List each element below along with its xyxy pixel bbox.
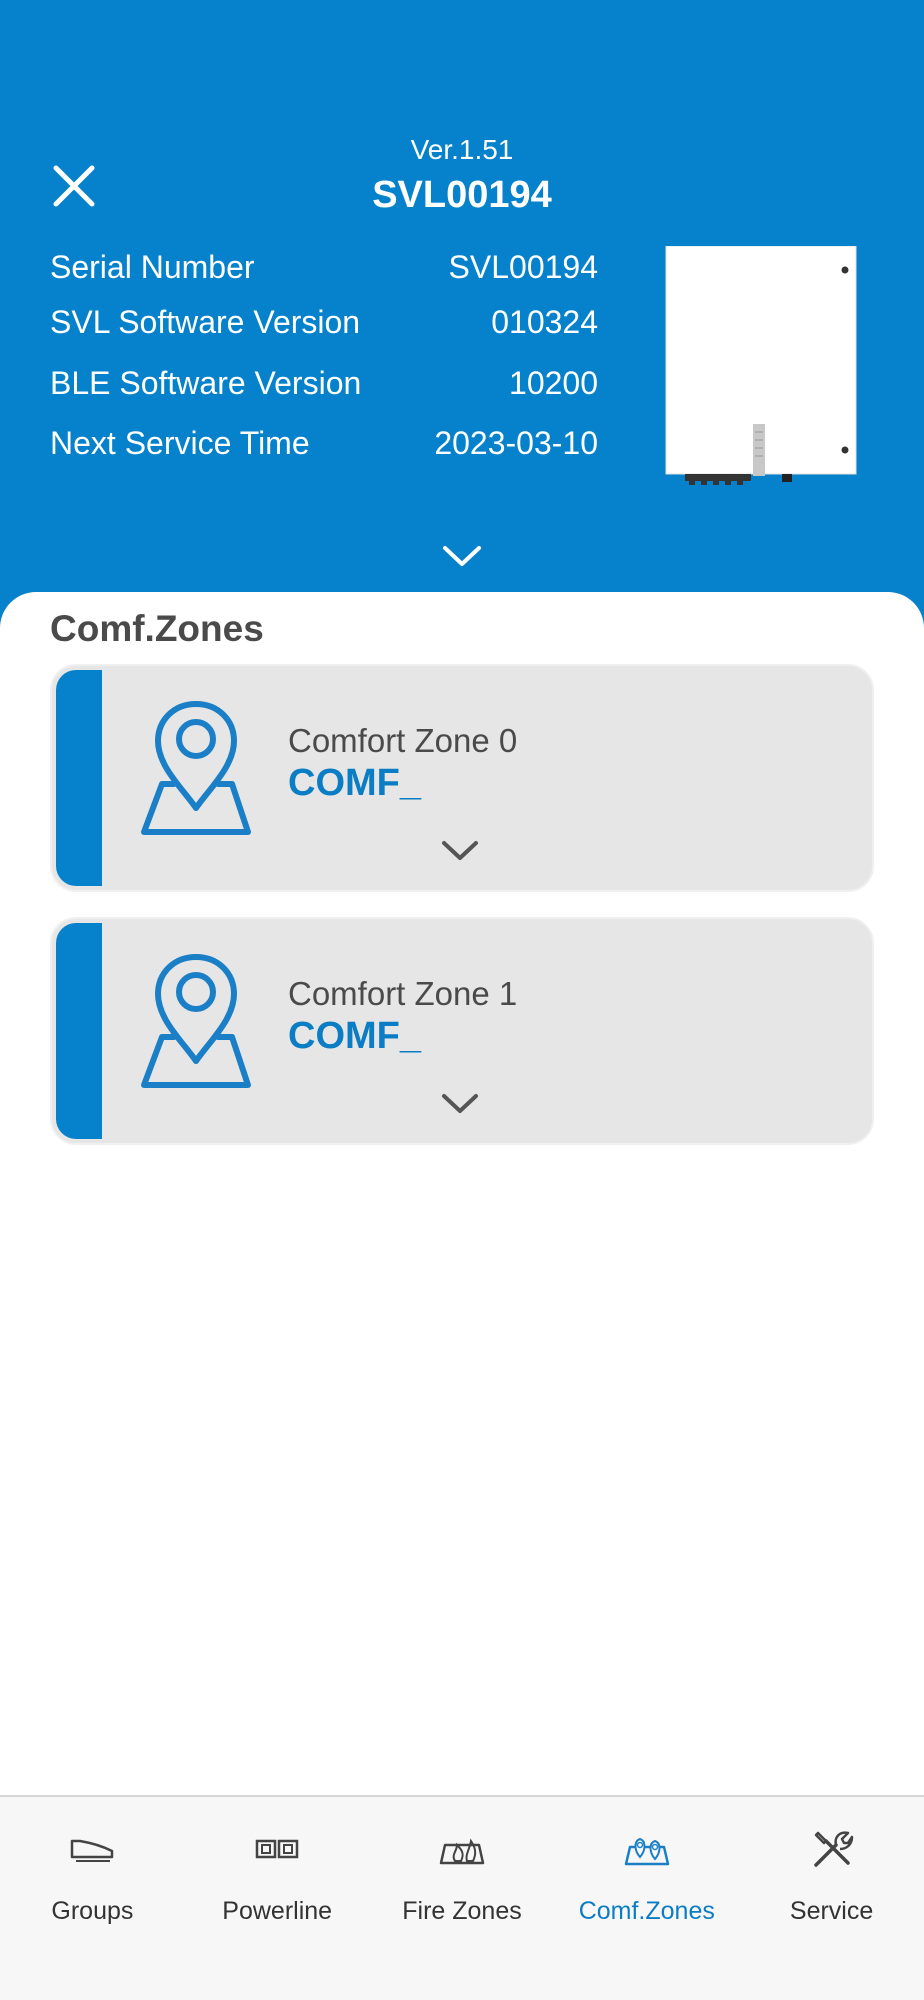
chevron-down-icon (442, 841, 478, 860)
tab-label: Comf.Zones (578, 1897, 715, 1925)
info-row-serial-number: Serial Number SVL00194 (50, 245, 598, 289)
info-value: 2023-03-10 (434, 424, 598, 461)
device-header: Ver.1.51 SVL00194 Serial Number SVL00194… (0, 0, 924, 640)
info-label: SVL Software Version (50, 303, 361, 340)
location-pin-icon (141, 701, 251, 835)
zone-expand-button[interactable] (438, 1089, 482, 1119)
tab-label: Service (789, 1897, 874, 1925)
zone-accent-bar (56, 923, 102, 1139)
zone-name: Comfort Zone 0 (288, 722, 518, 759)
chevron-down-icon (442, 1094, 478, 1113)
zone-expand-button[interactable] (438, 836, 482, 866)
service-icon (806, 1823, 858, 1875)
powerline-icon (251, 1823, 303, 1875)
zone-card-0[interactable]: Comfort Zone 0 COMF_ (50, 664, 874, 892)
location-pin-icon (141, 954, 251, 1088)
tab-service[interactable]: Service (739, 1797, 924, 2000)
info-value: 10200 (509, 364, 598, 401)
expand-details-button[interactable] (436, 538, 488, 574)
section-title: Comf.Zones (50, 608, 264, 649)
chevron-down-icon (443, 546, 481, 566)
info-row-next-service-time: Next Service Time 2023-03-10 (50, 421, 598, 465)
tab-fire-zones[interactable]: Fire Zones (370, 1797, 555, 2000)
tab-powerline[interactable]: Powerline (185, 1797, 370, 2000)
tab-label: Powerline (222, 1897, 333, 1925)
zone-name: Comfort Zone 1 (288, 975, 518, 1012)
zone-code: COMF_ (288, 762, 421, 804)
info-label: Serial Number (50, 248, 255, 285)
tab-label: Fire Zones (402, 1897, 522, 1925)
info-value: SVL00194 (448, 248, 598, 285)
zone-card-1[interactable]: Comfort Zone 1 COMF_ (50, 917, 874, 1145)
tab-label: Groups (51, 1897, 134, 1925)
info-label: BLE Software Version (50, 364, 362, 401)
info-value: 010324 (491, 303, 598, 340)
main-content: Comf.Zones Comfort Zone 0 COMF_ Comfort … (0, 592, 924, 1796)
zone-accent-bar (56, 670, 102, 886)
bottom-tab-bar: Groups Powerline Fire Zones Comf.Zones S… (0, 1795, 924, 2000)
fire-zones-icon (436, 1823, 488, 1875)
zone-code: COMF_ (288, 1015, 421, 1057)
comf-zones-icon (621, 1823, 673, 1875)
device-title: SVL00194 (372, 174, 552, 216)
info-row-ble-software-version: BLE Software Version 10200 (50, 361, 598, 405)
app-version: Ver.1.51 (410, 134, 514, 165)
info-label: Next Service Time (50, 424, 310, 461)
groups-icon (66, 1823, 118, 1875)
device-image (665, 246, 857, 485)
tab-comf-zones[interactable]: Comf.Zones (554, 1797, 739, 2000)
tab-groups[interactable]: Groups (0, 1797, 185, 2000)
info-row-svl-software-version: SVL Software Version 010324 (50, 300, 598, 344)
